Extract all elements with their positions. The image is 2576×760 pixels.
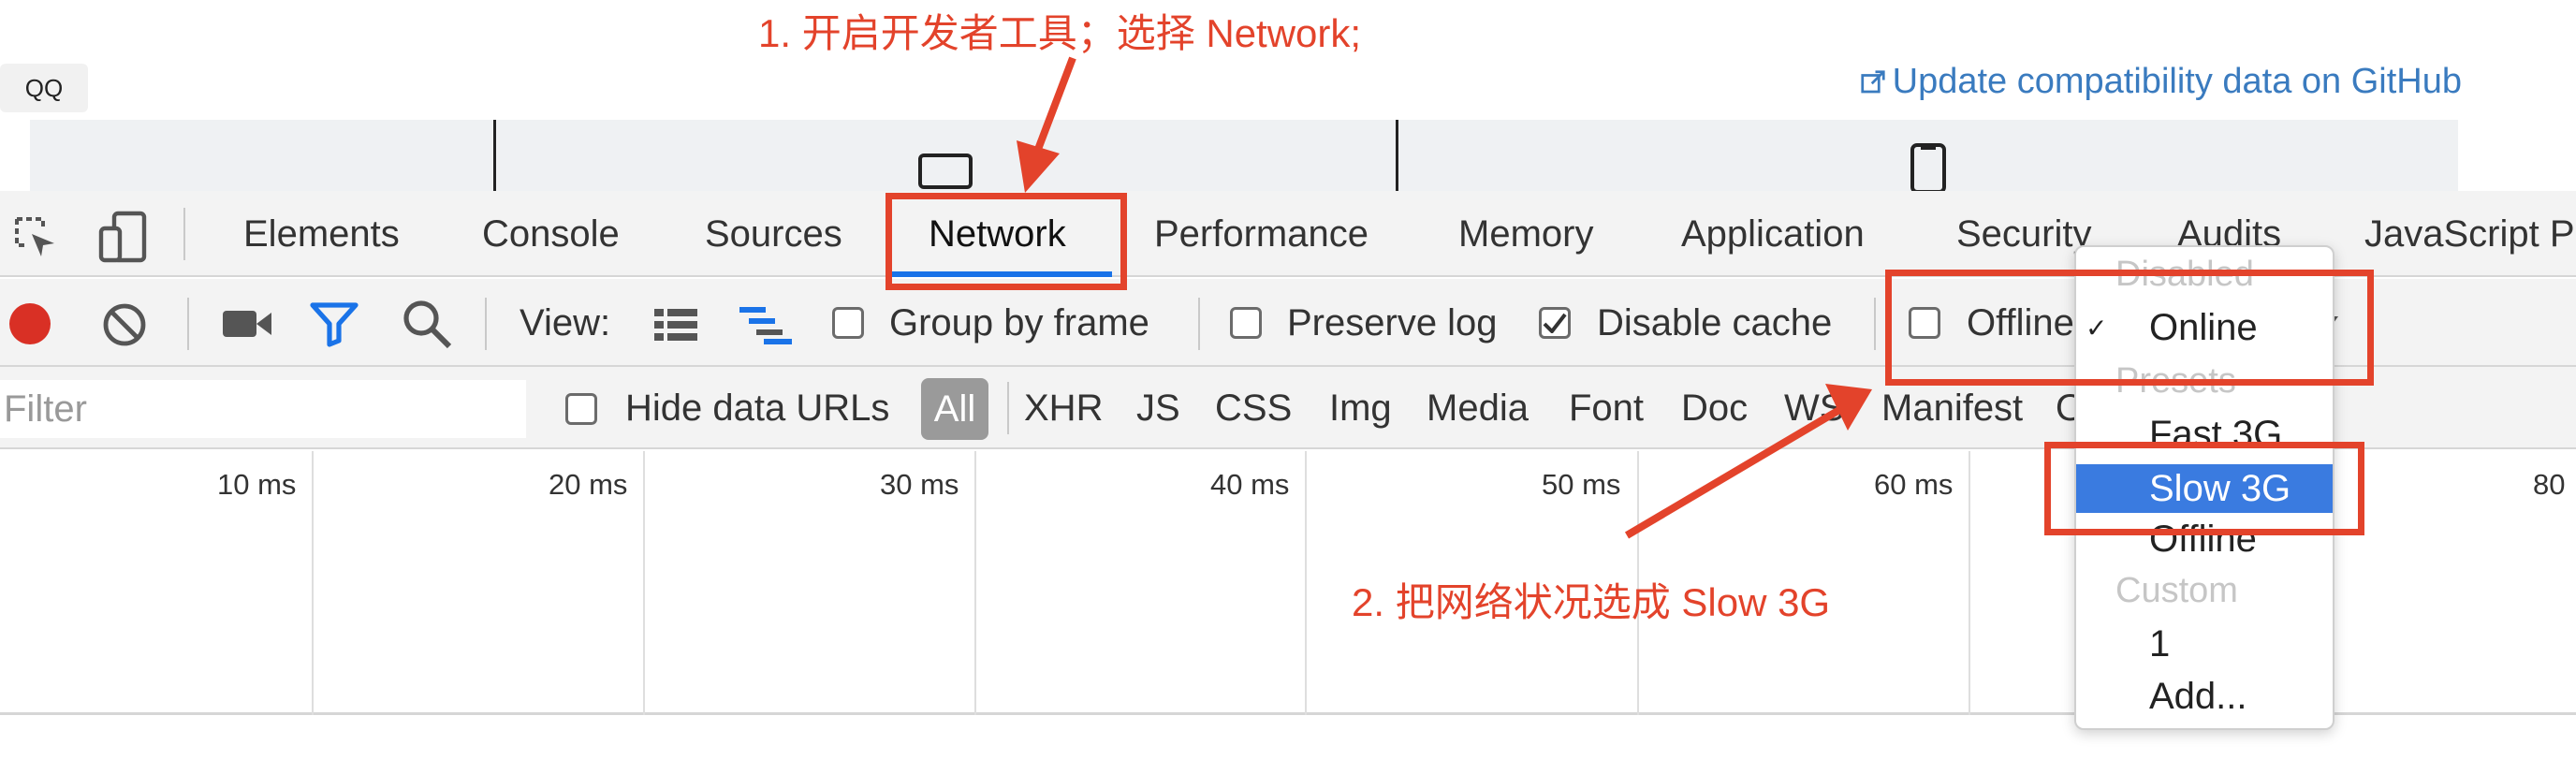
annotation-step-1: 1. 开启开发者工具；选择 Network;	[758, 11, 1362, 55]
annotation-arrows	[1017, 56, 1872, 539]
annotation-step-2: 2. 把网络状况选成 Slow 3G	[1352, 580, 1831, 624]
annotation-arrow-throttle	[1624, 406, 1842, 539]
annotation-arrowhead-throttle	[1825, 384, 1872, 431]
annotation-arrowhead-network	[1017, 140, 1060, 193]
annotation-arrow-network	[1031, 56, 1076, 161]
